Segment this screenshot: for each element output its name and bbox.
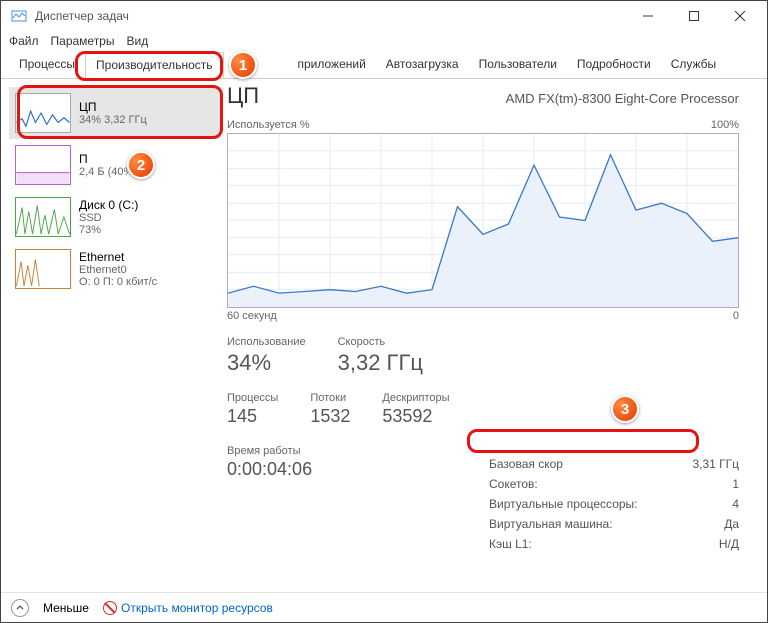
hnd-value: 53592 [382, 406, 449, 427]
menubar: Файл Параметры Вид [1, 31, 767, 51]
thr-label: Потоки [310, 392, 350, 404]
menu-options[interactable]: Параметры [51, 34, 115, 48]
util-label: Использование [227, 336, 306, 348]
hnd-label: Дескрипторы [382, 392, 449, 404]
proc-value: 145 [227, 406, 278, 427]
util-value: 34% [227, 350, 306, 376]
main-panel: ЦП AMD FX(tm)-8300 Eight-Core Processor … [221, 79, 767, 592]
collapse-button[interactable] [11, 599, 29, 617]
sidebar-item-ethernet[interactable]: Ethernet Ethernet0 О: 0 П: 0 кбит/с [9, 243, 221, 295]
vm-label: Виртуальная машина: [489, 517, 613, 531]
tab-users[interactable]: Пользователи [469, 52, 567, 78]
vproc-value: 4 [732, 497, 739, 511]
cpu-chart [227, 133, 739, 308]
cpu-details-table: Базовая скор 3,31 ГГц Сокетов: 1 Виртуальн… [489, 454, 739, 554]
tab-apphistory[interactable]: приложений [288, 52, 376, 78]
sidebar: ЦП 34% 3,32 ГГц П 2,4 Б (40%) [1, 79, 221, 592]
axis-right: 0 [733, 310, 739, 322]
sidebar-item-memory[interactable]: П 2,4 Б (40%) [9, 139, 221, 191]
sidebar-disk-title: Диск 0 (C:) [79, 198, 138, 212]
annotation-badge-3: 3 [611, 395, 639, 423]
tab-details[interactable]: Подробности [567, 52, 661, 78]
annotation-badge-2: 2 [127, 151, 155, 179]
sidebar-cpu-sub: 34% 3,32 ГГц [79, 114, 147, 126]
axis-left: 60 секунд [227, 310, 277, 322]
minimize-button[interactable] [625, 1, 671, 31]
sidebar-cpu-title: ЦП [79, 100, 147, 114]
speed-value: 3,32 ГГц [338, 350, 423, 376]
sidebar-eth-sub2: О: 0 П: 0 кбит/с [79, 276, 157, 288]
tab-services[interactable]: Службы [661, 52, 726, 78]
l1-label: Кэш L1: [489, 537, 532, 551]
footer: Меньше Открыть монитор ресурсов [1, 592, 767, 622]
tab-processes[interactable]: Процессы [9, 52, 85, 78]
ethernet-thumb-icon [15, 249, 71, 289]
fewer-details-label[interactable]: Меньше [43, 601, 89, 615]
maximize-button[interactable] [671, 1, 717, 31]
sockets-value: 1 [732, 477, 739, 491]
proc-label: Процессы [227, 392, 278, 404]
sidebar-eth-sub: Ethernet0 [79, 264, 157, 276]
window-title: Диспетчер задач [35, 9, 129, 23]
close-button[interactable] [717, 1, 763, 31]
tab-performance[interactable]: Производительность [85, 52, 223, 78]
cpu-thumb-icon [15, 93, 71, 133]
resmon-icon [103, 601, 117, 615]
sockets-label: Сокетов: [489, 477, 538, 491]
sidebar-eth-title: Ethernet [79, 250, 157, 264]
menu-file[interactable]: Файл [9, 34, 39, 48]
tabs-row: Процессы Производительность приложений А… [1, 51, 767, 79]
disk-thumb-icon [15, 197, 71, 237]
page-title: ЦП [227, 83, 259, 109]
chart-label-right: 100% [711, 119, 739, 131]
base-speed-value: 3,31 ГГц [692, 457, 739, 471]
chart-label-left: Используется % [227, 119, 310, 131]
sidebar-disk-sub: SSD [79, 212, 138, 224]
vproc-label: Виртуальные процессоры: [489, 497, 638, 511]
cpu-model: AMD FX(tm)-8300 Eight-Core Processor [506, 91, 739, 106]
base-speed-label: Базовая скор [489, 457, 563, 471]
open-resmon-link[interactable]: Открыть монитор ресурсов [103, 601, 273, 615]
annotation-badge-1: 1 [229, 51, 257, 79]
vm-value: Да [724, 517, 739, 531]
titlebar: Диспетчер задач [1, 1, 767, 31]
speed-label: Скорость [338, 336, 423, 348]
memory-thumb-icon [15, 145, 71, 185]
thr-value: 1532 [310, 406, 350, 427]
app-icon [11, 8, 27, 24]
tab-startup[interactable]: Автозагрузка [376, 52, 469, 78]
l1-value: Н/Д [719, 537, 739, 551]
sidebar-item-disk[interactable]: Диск 0 (C:) SSD 73% [9, 191, 221, 243]
sidebar-disk-sub2: 73% [79, 224, 138, 236]
sidebar-item-cpu[interactable]: ЦП 34% 3,32 ГГц [9, 87, 221, 139]
menu-view[interactable]: Вид [126, 34, 148, 48]
